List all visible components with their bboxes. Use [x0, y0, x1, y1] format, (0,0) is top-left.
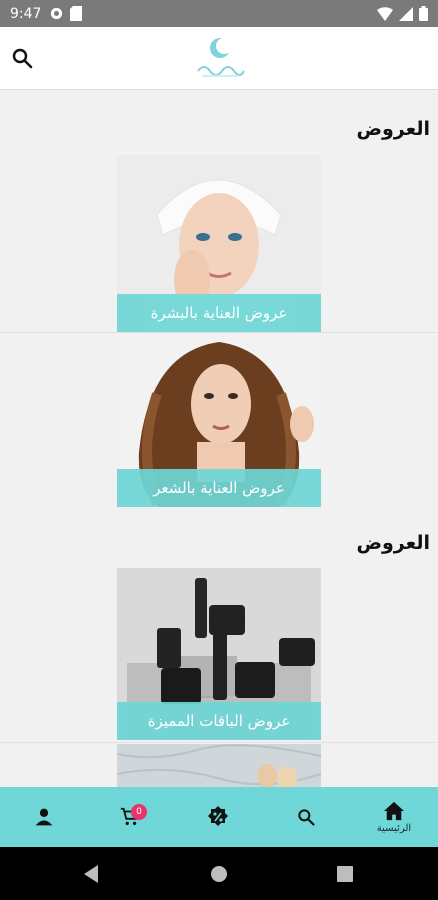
nav-home-label: الرئيسية [376, 822, 412, 834]
app-bar [0, 27, 438, 90]
offer-banner: عروض الباقات المميزة [117, 702, 321, 740]
status-time: 9:47 [10, 5, 42, 22]
offers-list: العروض عروض العناية بالبشرة عروض العناية… [0, 90, 438, 787]
section-title: العروض [356, 118, 430, 140]
divider [0, 332, 438, 333]
nav-account[interactable] [9, 787, 79, 847]
offer-banner: عروض العناية بالشعر [117, 469, 321, 507]
nav-offers[interactable] [183, 787, 253, 847]
offer-card-skincare[interactable]: عروض العناية بالبشرة [117, 155, 321, 332]
recents-icon[interactable] [337, 866, 353, 882]
sd-card-icon [70, 6, 83, 21]
home-circle-icon[interactable] [210, 865, 228, 883]
search-icon [298, 809, 315, 826]
bottom-nav: الرئيسية 0 [0, 787, 438, 847]
logo [190, 35, 250, 81]
signal-icon [399, 6, 413, 21]
offer-card-bundles[interactable]: عروض الباقات المميزة [117, 568, 321, 740]
account-icon [35, 808, 53, 826]
offer-card-partial[interactable] [117, 744, 321, 787]
nav-home[interactable]: الرئيسية [359, 787, 429, 847]
system-nav-bar [0, 847, 438, 900]
wifi-icon [377, 6, 393, 21]
divider [0, 742, 438, 743]
cart-count-badge: 0 [131, 804, 147, 820]
nav-cart[interactable]: 0 [95, 787, 165, 847]
offer-banner: عروض العناية بالبشرة [117, 294, 321, 332]
back-icon[interactable] [84, 865, 100, 883]
battery-icon [419, 6, 428, 21]
discount-icon [208, 806, 228, 826]
offer-card-haircare[interactable]: عروض العناية بالشعر [117, 334, 321, 507]
status-bar: 9:47 [0, 0, 438, 27]
settings-icon [51, 7, 63, 20]
nav-search[interactable] [271, 787, 341, 847]
search-icon[interactable] [10, 46, 34, 70]
home-icon [384, 801, 404, 820]
section-title: العروض [356, 532, 430, 554]
marble-products-photo [117, 744, 321, 787]
